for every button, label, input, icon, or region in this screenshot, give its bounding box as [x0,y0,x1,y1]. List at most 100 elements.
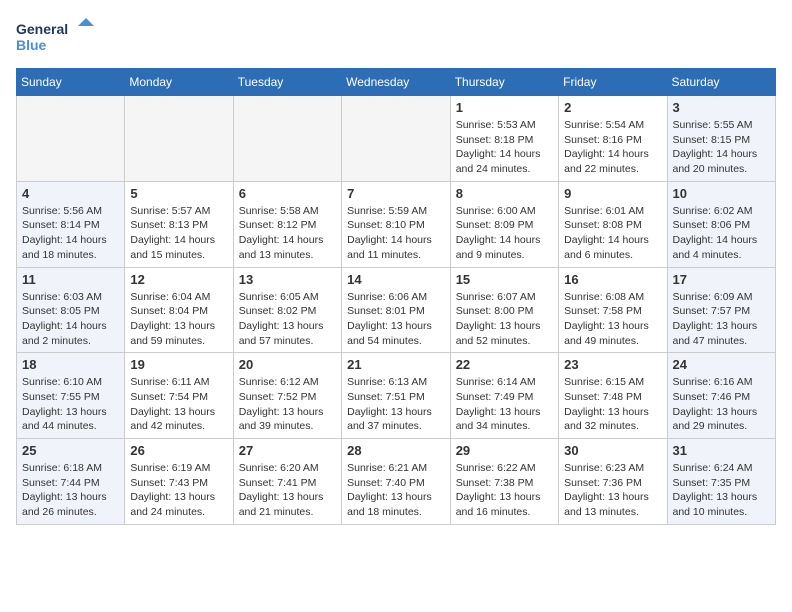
calendar-cell: 5 Sunrise: 5:57 AMSunset: 8:13 PMDaylight… [125,181,233,267]
day-info: Sunrise: 6:06 AMSunset: 8:01 PMDaylight:… [347,290,445,349]
day-number: 10 [673,186,771,201]
weekday-header-row: SundayMondayTuesdayWednesdayThursdayFrid… [17,69,776,96]
calendar-cell: 13 Sunrise: 6:05 AMSunset: 8:02 PMDayligh… [233,267,341,353]
calendar-cell: 21 Sunrise: 6:13 AMSunset: 7:51 PMDayligh… [342,353,451,439]
day-number: 20 [239,357,336,372]
day-number: 1 [456,100,553,115]
calendar-cell: 17 Sunrise: 6:09 AMSunset: 7:57 PMDayligh… [667,267,776,353]
calendar-cell: 19Sunrise: 6:11 AMSunset: 7:54 PMDayligh… [125,353,233,439]
day-info: Sunrise: 6:22 AMSunset: 7:38 PMDaylight:… [456,461,553,520]
day-info: Sunrise: 6:04 AMSunset: 8:04 PMDaylight:… [130,290,227,349]
page-header: General Blue [16,16,776,56]
calendar-week-row: 25 Sunrise: 6:18 AMSunset: 7:44 PMDayligh… [17,439,776,525]
day-info: Sunrise: 5:57 AMSunset: 8:13 PMDaylight:… [130,204,227,263]
calendar-cell: 3 Sunrise: 5:55 AMSunset: 8:15 PMDaylight… [667,96,776,182]
day-number: 22 [456,357,553,372]
day-info: Sunrise: 6:03 AMSunset: 8:05 PMDaylight:… [22,290,119,349]
calendar-cell: 25 Sunrise: 6:18 AMSunset: 7:44 PMDayligh… [17,439,125,525]
calendar-cell: 20 Sunrise: 6:12 AMSunset: 7:52 PMDayligh… [233,353,341,439]
svg-text:Blue: Blue [16,37,47,53]
day-number: 3 [673,100,771,115]
day-info: Sunrise: 6:13 AMSunset: 7:51 PMDaylight:… [347,375,445,434]
day-number: 25 [22,443,119,458]
weekday-header: Thursday [450,69,558,96]
day-number: 14 [347,272,445,287]
weekday-header: Monday [125,69,233,96]
calendar-week-row: 18Sunrise: 6:10 AMSunset: 7:55 PMDayligh… [17,353,776,439]
day-info: Sunrise: 6:19 AMSunset: 7:43 PMDaylight:… [130,461,227,520]
day-number: 26 [130,443,227,458]
day-info: Sunrise: 6:12 AMSunset: 7:52 PMDaylight:… [239,375,336,434]
calendar-cell: 16 Sunrise: 6:08 AMSunset: 7:58 PMDayligh… [559,267,667,353]
calendar-cell: 22Sunrise: 6:14 AMSunset: 7:49 PMDayligh… [450,353,558,439]
day-number: 27 [239,443,336,458]
logo-svg: General Blue [16,16,96,56]
calendar-week-row: 4Sunrise: 5:56 AMSunset: 8:14 PMDaylight… [17,181,776,267]
day-number: 21 [347,357,445,372]
svg-text:General: General [16,21,68,37]
calendar-cell: 11 Sunrise: 6:03 AMSunset: 8:05 PMDayligh… [17,267,125,353]
day-info: Sunrise: 6:16 AMSunset: 7:46 PMDaylight:… [673,375,771,434]
day-info: Sunrise: 6:15 AMSunset: 7:48 PMDaylight:… [564,375,661,434]
calendar-cell: 29 Sunrise: 6:22 AMSunset: 7:38 PMDayligh… [450,439,558,525]
calendar-cell: 27Sunrise: 6:20 AMSunset: 7:41 PMDayligh… [233,439,341,525]
day-number: 17 [673,272,771,287]
calendar-week-row: 1 Sunrise: 5:53 AMSunset: 8:18 PMDaylight… [17,96,776,182]
day-info: Sunrise: 6:02 AMSunset: 8:06 PMDaylight:… [673,204,771,263]
weekday-header: Sunday [17,69,125,96]
calendar-cell: 8Sunrise: 6:00 AMSunset: 8:09 PMDaylight… [450,181,558,267]
day-number: 12 [130,272,227,287]
day-info: Sunrise: 5:55 AMSunset: 8:15 PMDaylight:… [673,118,771,177]
weekday-header: Tuesday [233,69,341,96]
calendar-table: SundayMondayTuesdayWednesdayThursdayFrid… [16,68,776,525]
day-info: Sunrise: 6:24 AMSunset: 7:35 PMDaylight:… [673,461,771,520]
day-number: 13 [239,272,336,287]
calendar-cell: 6 Sunrise: 5:58 AMSunset: 8:12 PMDaylight… [233,181,341,267]
calendar-cell: 23 Sunrise: 6:15 AMSunset: 7:48 PMDayligh… [559,353,667,439]
day-info: Sunrise: 5:54 AMSunset: 8:16 PMDaylight:… [564,118,661,177]
day-info: Sunrise: 6:05 AMSunset: 8:02 PMDaylight:… [239,290,336,349]
logo: General Blue [16,16,96,56]
calendar-cell: 10 Sunrise: 6:02 AMSunset: 8:06 PMDayligh… [667,181,776,267]
day-number: 11 [22,272,119,287]
day-info: Sunrise: 6:00 AMSunset: 8:09 PMDaylight:… [456,204,553,263]
weekday-header: Friday [559,69,667,96]
day-number: 15 [456,272,553,287]
day-info: Sunrise: 5:59 AMSunset: 8:10 PMDaylight:… [347,204,445,263]
calendar-cell: 14 Sunrise: 6:06 AMSunset: 8:01 PMDayligh… [342,267,451,353]
day-info: Sunrise: 5:53 AMSunset: 8:18 PMDaylight:… [456,118,553,177]
day-info: Sunrise: 6:18 AMSunset: 7:44 PMDaylight:… [22,461,119,520]
calendar-cell: 26 Sunrise: 6:19 AMSunset: 7:43 PMDayligh… [125,439,233,525]
day-info: Sunrise: 6:09 AMSunset: 7:57 PMDaylight:… [673,290,771,349]
day-number: 28 [347,443,445,458]
day-number: 4 [22,186,119,201]
day-number: 9 [564,186,661,201]
calendar-cell: 7Sunrise: 5:59 AMSunset: 8:10 PMDaylight… [342,181,451,267]
day-info: Sunrise: 6:11 AMSunset: 7:54 PMDaylight:… [130,375,227,434]
calendar-cell: 2 Sunrise: 5:54 AMSunset: 8:16 PMDaylight… [559,96,667,182]
day-number: 2 [564,100,661,115]
weekday-header: Wednesday [342,69,451,96]
calendar-week-row: 11 Sunrise: 6:03 AMSunset: 8:05 PMDayligh… [17,267,776,353]
day-number: 6 [239,186,336,201]
day-info: Sunrise: 6:08 AMSunset: 7:58 PMDaylight:… [564,290,661,349]
calendar-cell: 4Sunrise: 5:56 AMSunset: 8:14 PMDaylight… [17,181,125,267]
calendar-cell: 28 Sunrise: 6:21 AMSunset: 7:40 PMDayligh… [342,439,451,525]
day-info: Sunrise: 6:10 AMSunset: 7:55 PMDaylight:… [22,375,119,434]
day-number: 5 [130,186,227,201]
calendar-cell: 15Sunrise: 6:07 AMSunset: 8:00 PMDayligh… [450,267,558,353]
day-number: 16 [564,272,661,287]
calendar-cell: 9 Sunrise: 6:01 AMSunset: 8:08 PMDaylight… [559,181,667,267]
day-info: Sunrise: 6:01 AMSunset: 8:08 PMDaylight:… [564,204,661,263]
calendar-cell [233,96,341,182]
calendar-cell: 31Sunrise: 6:24 AMSunset: 7:35 PMDayligh… [667,439,776,525]
day-number: 29 [456,443,553,458]
calendar-cell [17,96,125,182]
day-info: Sunrise: 6:21 AMSunset: 7:40 PMDaylight:… [347,461,445,520]
calendar-cell [342,96,451,182]
day-info: Sunrise: 5:58 AMSunset: 8:12 PMDaylight:… [239,204,336,263]
day-number: 23 [564,357,661,372]
calendar-cell: 1 Sunrise: 5:53 AMSunset: 8:18 PMDaylight… [450,96,558,182]
calendar-cell [125,96,233,182]
day-info: Sunrise: 6:23 AMSunset: 7:36 PMDaylight:… [564,461,661,520]
